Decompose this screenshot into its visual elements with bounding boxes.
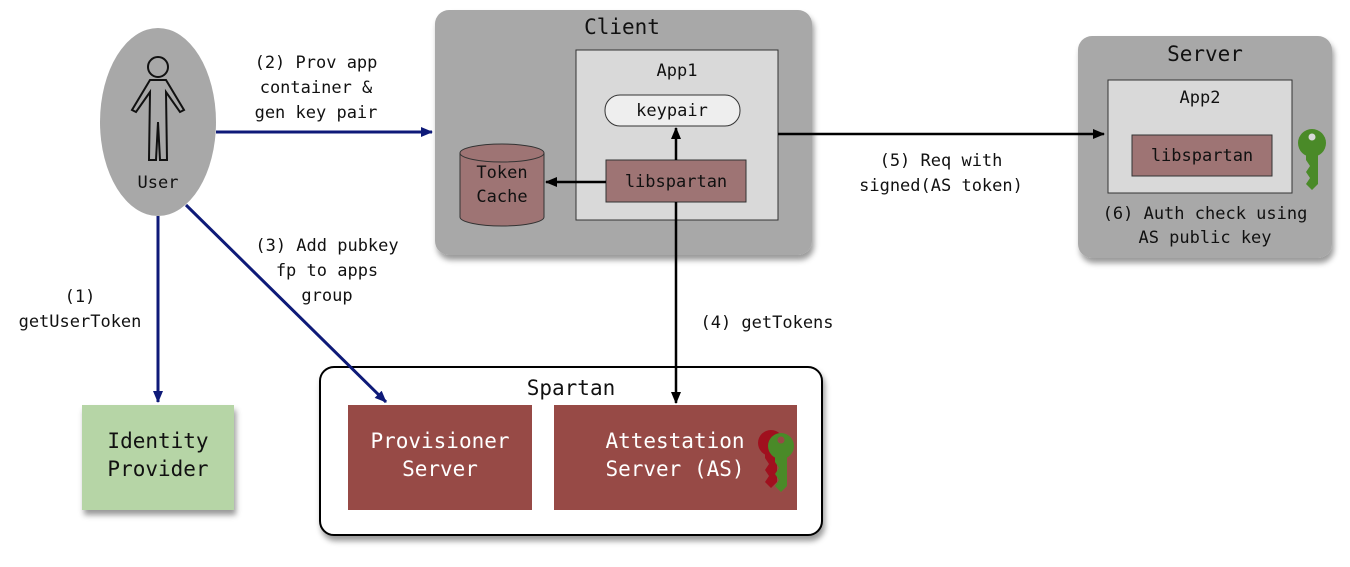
svg-text:(5) Req with: (5) Req with (880, 151, 1003, 171)
edge-3-arrow (184, 203, 388, 404)
svg-text:(4) getTokens: (4) getTokens (700, 313, 833, 333)
app2-title: App2 (1180, 88, 1221, 108)
app1-title: App1 (657, 61, 698, 81)
provisioner-line1: Provisioner (370, 429, 509, 453)
server-note-line1: (6) Auth check using (1103, 204, 1308, 224)
edge-1-label: (1) getUserToken (19, 287, 142, 332)
identity-provider: Identity Provider (82, 405, 234, 510)
svg-text:signed(AS token): signed(AS token) (859, 176, 1023, 196)
token-cache-line2: Cache (476, 187, 527, 207)
svg-text:fp to apps: fp to apps (276, 261, 378, 281)
edge-2-label: (2) Prov app container & gen key pair (255, 53, 378, 123)
spartan-container: Spartan Provisioner Server Attestation S… (319, 366, 823, 536)
svg-text:gen key pair: gen key pair (255, 103, 378, 123)
provisioner-line2: Server (402, 457, 478, 481)
svg-text:(1): (1) (65, 287, 96, 307)
svg-text:(3) Add pubkey: (3) Add pubkey (255, 236, 398, 256)
architecture-diagram: User Client App1 keypair libspartan Toke… (19, 10, 1332, 536)
client-container: Client App1 keypair libspartan Token Cac… (435, 10, 812, 255)
server-note-line2: AS public key (1138, 228, 1271, 248)
edge-5-label: (5) Req with signed(AS token) (859, 151, 1023, 196)
libspartan-client-label: libspartan (625, 172, 727, 192)
server-container: Server App2 libspartan (6) Auth check us… (1078, 36, 1332, 258)
libspartan-server-label: libspartan (1151, 146, 1253, 166)
attestation-line1: Attestation (605, 429, 744, 453)
token-cache-line1: Token (476, 163, 527, 183)
server-title: Server (1167, 42, 1243, 66)
svg-text:(2) Prov app: (2) Prov app (255, 53, 378, 73)
identity-line1: Identity (107, 429, 208, 453)
attestation-line2: Server (AS) (605, 457, 744, 481)
user-node: User (100, 28, 216, 216)
svg-text:container &: container & (260, 78, 373, 98)
keypair-label: keypair (636, 101, 708, 121)
spartan-title: Spartan (527, 376, 616, 400)
token-cache: Token Cache (459, 143, 545, 227)
svg-text:getUserToken: getUserToken (19, 312, 142, 332)
user-label: User (138, 173, 179, 193)
identity-line2: Provider (107, 457, 208, 481)
client-title: Client (584, 15, 660, 39)
svg-text:group: group (301, 286, 352, 306)
edge-4-label: (4) getTokens (700, 313, 833, 333)
